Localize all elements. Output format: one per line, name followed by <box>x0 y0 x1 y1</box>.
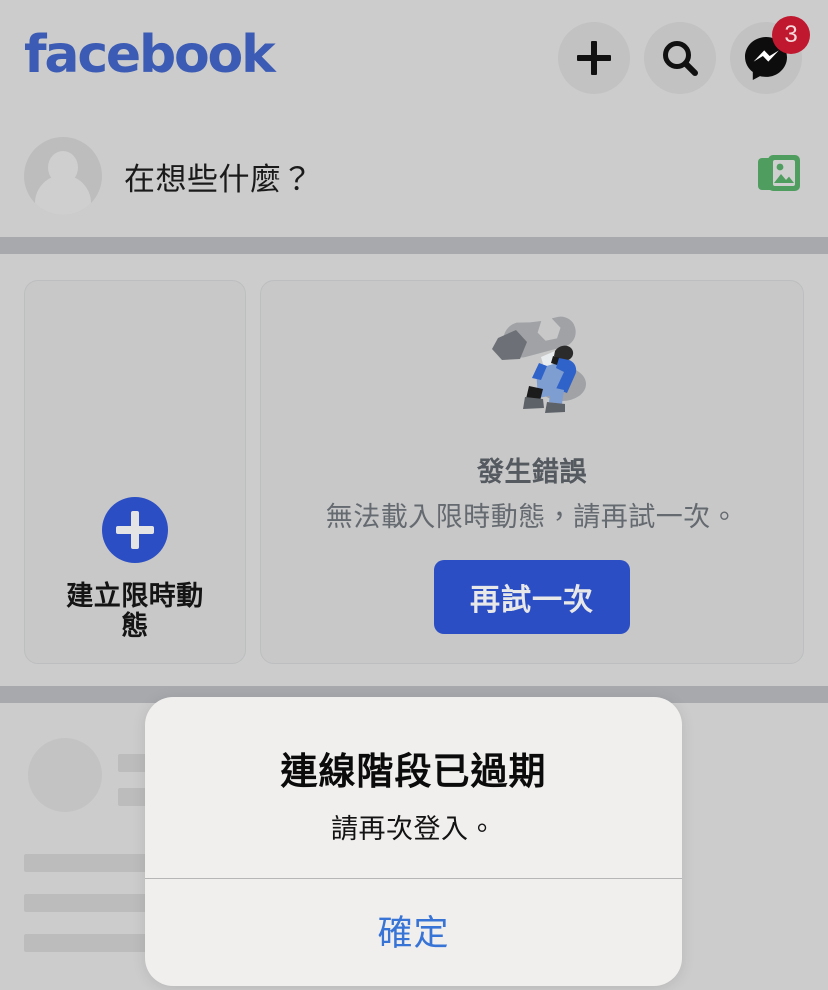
create-story-plus-icon <box>102 496 168 563</box>
dialog-body: 連線階段已過期 請再次登入。 <box>145 697 682 878</box>
search-button[interactable] <box>644 22 716 94</box>
create-button[interactable] <box>558 22 630 94</box>
facebook-logo: facebook <box>24 25 276 85</box>
search-icon <box>659 37 701 79</box>
post-composer[interactable]: 在想些什麼？ <box>0 116 828 236</box>
stories-error-subtitle: 無法載入限時動態，請再試一次。 <box>325 501 739 532</box>
plus-icon <box>574 38 614 78</box>
dialog-confirm-button[interactable]: 確定 <box>145 879 682 986</box>
create-story-card[interactable]: 建立限時動態 <box>24 280 246 664</box>
photo-gallery-icon[interactable] <box>756 152 802 201</box>
dialog-message: 請再次登入。 <box>331 814 496 844</box>
stories-error-title: 發生錯誤 <box>477 456 587 487</box>
stories-error-card: 發生錯誤 無法載入限時動態，請再試一次。 再試一次 <box>260 280 804 664</box>
header-actions: 3 <box>558 16 810 94</box>
stories-tray: 建立限時動態 發生錯誤 無法載入限時動態，請再試一次。 再試一次 <box>0 254 828 686</box>
composer-placeholder[interactable]: 在想些什麼？ <box>124 154 756 199</box>
create-story-label: 建立限時動態 <box>66 580 204 641</box>
dialog-title: 連線階段已過期 <box>280 751 547 792</box>
section-divider-top <box>0 237 828 254</box>
wrench-worker-illustration <box>467 311 597 426</box>
session-expired-dialog: 連線階段已過期 請再次登入。 確定 <box>145 697 682 986</box>
retry-button[interactable]: 再試一次 <box>434 559 630 634</box>
skeleton-avatar <box>28 738 102 812</box>
user-avatar[interactable] <box>24 137 102 215</box>
messenger-badge: 3 <box>772 16 810 54</box>
app-header: facebook 3 <box>0 0 828 116</box>
messenger-button[interactable]: 3 <box>730 16 810 94</box>
